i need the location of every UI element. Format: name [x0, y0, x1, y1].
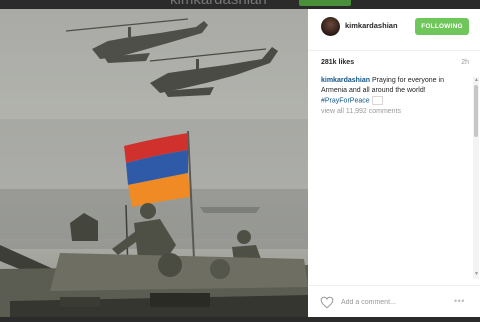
helicopter-1 — [65, 18, 208, 63]
post-side-panel: kimkardashian FOLLOWING 281k likes 2h ki… — [308, 9, 480, 317]
comments-scrollbar[interactable]: ▲ ▼ — [473, 77, 479, 279]
caption-username[interactable]: kimkardashian — [321, 77, 370, 84]
background-username: kimkardashian — [170, 0, 267, 8]
emoji-glyph — [371, 96, 383, 105]
post-modal: kimkardashian FOLLOWING 281k likes 2h ki… — [0, 9, 480, 317]
likes-count[interactable]: 281k likes — [321, 59, 354, 66]
background-profile-header: kimkardashian — [0, 0, 480, 9]
background-strip — [0, 317, 480, 322]
post-username[interactable]: kimkardashian — [345, 21, 398, 30]
tank-front — [0, 245, 308, 317]
post-timestamp: 2h — [461, 59, 469, 66]
view-all-comments-link[interactable]: view all 11,992 comments — [321, 108, 401, 115]
scroll-down-icon[interactable]: ▼ — [474, 271, 479, 277]
hashtag-link[interactable]: #PrayForPeace — [321, 97, 370, 104]
post-header: kimkardashian FOLLOWING — [308, 9, 480, 51]
add-comment-input[interactable] — [341, 297, 431, 308]
scroll-up-icon[interactable]: ▲ — [474, 77, 479, 83]
avatar[interactable] — [321, 17, 340, 36]
helicopter-2 — [149, 47, 278, 97]
ship — [200, 207, 260, 213]
background-follow-button — [299, 0, 351, 6]
comment-bar: ••• — [308, 285, 480, 317]
scroll-thumb[interactable] — [474, 85, 478, 137]
more-options-icon[interactable]: ••• — [454, 296, 465, 306]
likes-row: 281k likes 2h — [321, 59, 469, 69]
post-photo[interactable] — [0, 9, 308, 317]
photo-scene — [0, 18, 308, 317]
following-button[interactable]: FOLLOWING — [415, 18, 469, 35]
post-caption: kimkardashian Praying for everyone in Ar… — [321, 76, 469, 106]
heart-icon[interactable] — [320, 296, 334, 309]
